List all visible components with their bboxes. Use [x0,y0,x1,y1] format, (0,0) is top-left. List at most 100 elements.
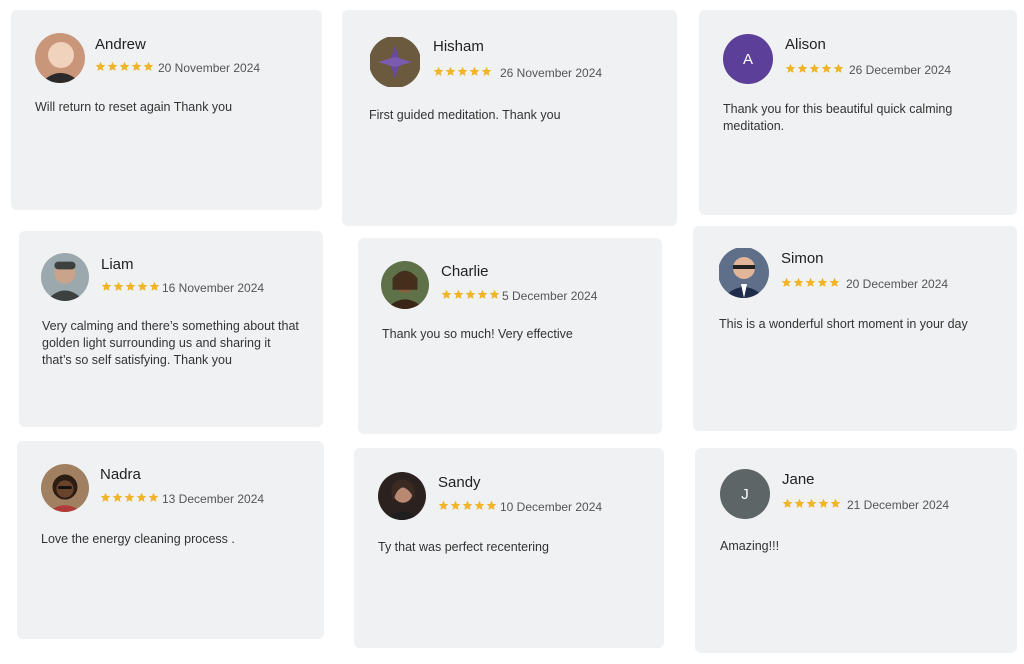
review-card: A Alison 26 December 2024 Thank you for … [699,10,1017,215]
star-rating [101,281,160,292]
star-icon [148,492,159,502]
avatar [378,472,426,520]
star-icon [143,61,154,71]
star-icon [785,63,796,73]
star-icon [124,492,135,502]
reviewer-name: Liam [101,256,134,273]
star-icon [119,61,130,71]
star-icon [462,500,473,510]
reviewer-name: Sandy [438,474,481,491]
star-icon [486,500,497,510]
star-rating [433,66,492,77]
reviewer-name: Nadra [100,466,141,483]
star-icon [809,63,820,73]
star-icon [794,498,805,508]
star-icon [112,492,123,502]
review-text: Amazing!!! [720,539,780,553]
avatar [41,464,89,512]
star-icon [125,281,136,291]
review-date: 10 December 2024 [500,500,603,514]
reviewer-name: Alison [785,36,826,53]
star-icon [453,289,464,299]
star-icon [101,281,112,291]
star-icon [818,498,829,508]
review-card: Charlie 5 December 2024 Thank you so muc… [358,238,662,434]
star-icon [137,281,148,291]
review-text: Will return to reset again Thank you [35,100,233,114]
star-icon [830,498,841,508]
star-icon [445,66,456,76]
star-icon [489,289,500,299]
star-icon [782,498,793,508]
avatar: A [723,34,773,84]
avatar-initial: J [741,485,749,503]
review-text: This is a wonderful short moment in your… [719,317,968,331]
star-icon [457,66,468,76]
avatar-initial: A [742,50,753,68]
reviewer-name: Andrew [95,36,146,53]
star-icon [465,289,476,299]
avatar [381,261,429,309]
review-text: First guided meditation. Thank you [369,108,561,122]
review-date: 21 December 2024 [847,498,950,512]
star-icon [469,66,480,76]
star-icon [793,277,804,287]
review-date: 16 November 2024 [162,281,265,295]
reviewer-name: Jane [782,471,815,488]
star-icon [781,277,792,287]
review-text: Very calming and there’s something about… [42,319,299,367]
review-text: Love the energy cleaning process . [41,532,235,546]
review-card: Sandy 10 December 2024 Ty that was perfe… [354,448,664,648]
star-icon [441,289,452,299]
review-date: 26 December 2024 [849,63,952,77]
star-icon [806,498,817,508]
avatar [35,33,85,83]
review-card: J Jane 21 December 2024 Amazing!!! [695,448,1017,653]
star-icon [113,281,124,291]
star-rating [782,498,841,509]
review-card: Andrew 20 November 2024 Will return to r… [11,10,322,210]
star-icon [95,61,106,71]
review-card: Simon 20 December 2024 This is a wonderf… [693,226,1017,431]
star-icon [149,281,160,291]
review-card: Nadra 13 December 2024 Love the energy c… [17,441,324,639]
star-icon [829,277,840,287]
reviewer-name: Charlie [441,263,489,280]
star-icon [100,492,111,502]
review-card: Hisham 26 November 2024 First guided med… [342,10,677,226]
star-icon [477,289,488,299]
star-icon [136,492,147,502]
star-rating [441,289,500,300]
review-text: Thank you for this beautiful quick calmi… [723,102,953,133]
star-icon [450,500,461,510]
review-date: 26 November 2024 [500,66,603,80]
reviewer-name: Hisham [433,38,484,55]
avatar [718,247,769,298]
star-icon [481,66,492,76]
star-rating [781,277,840,288]
review-card: Liam 16 November 2024 Very calming and t… [19,231,323,427]
star-icon [433,66,444,76]
review-text: Thank you so much! Very effective [382,327,573,341]
star-icon [107,61,118,71]
star-rating [100,492,159,503]
reviewer-name: Simon [781,250,824,267]
star-icon [821,63,832,73]
avatar [369,36,421,88]
avatar: J [720,469,770,519]
star-icon [805,277,816,287]
star-icon [474,500,485,510]
star-icon [438,500,449,510]
star-icon [833,63,844,73]
review-date: 20 December 2024 [846,277,949,291]
star-icon [797,63,808,73]
review-date: 13 December 2024 [162,492,265,506]
review-date: 5 December 2024 [502,289,598,303]
star-rating [785,63,844,74]
review-text: Ty that was perfect recentering [378,540,549,554]
star-icon [131,61,142,71]
star-rating [438,500,497,511]
star-rating [95,61,154,72]
star-icon [817,277,828,287]
review-date: 20 November 2024 [158,61,261,75]
